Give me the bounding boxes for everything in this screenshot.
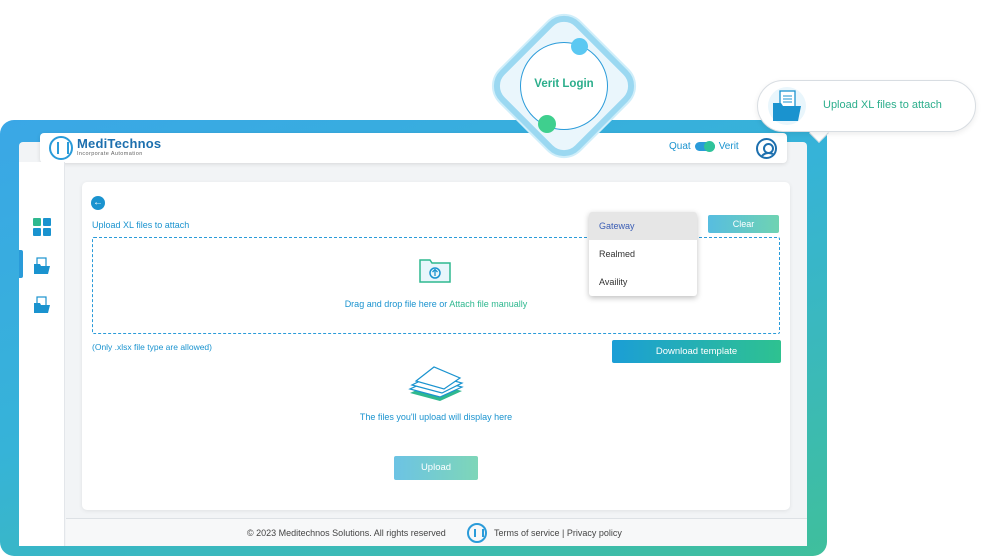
terms-link[interactable]: Terms of service	[494, 528, 560, 538]
folder-file-icon[interactable]	[33, 296, 51, 314]
drag-drop-prefix: Drag and drop file here or	[344, 299, 450, 309]
drag-drop-text: Drag and drop file here or Attach file m…	[92, 299, 780, 309]
dropdown-option-availity[interactable]: Availity	[589, 268, 697, 296]
privacy-link[interactable]: Privacy policy	[567, 528, 622, 538]
upload-button[interactable]: Upload	[394, 456, 478, 480]
footer-logo-icon	[467, 523, 487, 543]
folder-document-icon	[768, 87, 806, 125]
papers-stack-icon	[408, 366, 464, 401]
verit-login-label: Verit Login	[534, 78, 594, 90]
folder-upload-icon	[419, 259, 451, 283]
payer-dropdown-menu: Gateway Realmed Availity	[589, 212, 697, 296]
sidebar-active-indicator	[19, 250, 23, 278]
clear-button[interactable]: Clear	[708, 215, 779, 233]
file-type-note: (Only .xlsx file type are allowed)	[92, 342, 212, 352]
dropdown-option-gateway[interactable]: Gateway	[589, 212, 697, 240]
callout-text: Upload XL files to attach	[823, 99, 942, 111]
attach-file-link[interactable]: Attach file manually	[449, 299, 527, 309]
logo-icon	[49, 136, 73, 160]
footer-links: Terms of service | Privacy policy	[494, 528, 622, 538]
mode-toggle[interactable]: Quat Verit	[669, 141, 739, 152]
folder-upload-icon[interactable]	[33, 257, 51, 275]
verit-login-badge[interactable]: Verit Login	[484, 6, 644, 166]
footer-separator: |	[562, 528, 565, 538]
page-footer: © 2023 Meditechnos Solutions. All rights…	[66, 518, 807, 546]
brand-tagline: Incorporate Automation	[77, 151, 143, 157]
copyright-text: © 2023 Meditechnos Solutions. All rights…	[247, 528, 446, 538]
back-arrow-icon[interactable]: ←	[91, 196, 105, 210]
user-avatar-icon[interactable]	[756, 138, 777, 159]
brand-name: MediTechnos	[77, 136, 162, 151]
green-dot-icon	[538, 115, 556, 133]
toggle-switch[interactable]	[694, 141, 715, 152]
sidebar	[19, 162, 65, 546]
files-placeholder-text: The files you'll upload will display her…	[359, 412, 513, 422]
blue-dot-icon	[571, 38, 588, 55]
download-template-button[interactable]: Download template	[612, 340, 781, 363]
dashboard-icon[interactable]	[33, 218, 51, 236]
upload-section-title: Upload XL files to attach	[92, 220, 190, 230]
toggle-right-label: Verit	[718, 141, 739, 152]
toggle-left-label: Quat	[669, 141, 691, 152]
dropdown-option-realmed[interactable]: Realmed	[589, 240, 697, 268]
top-bar: MediTechnos Incorporate Automation Quat …	[40, 133, 787, 163]
